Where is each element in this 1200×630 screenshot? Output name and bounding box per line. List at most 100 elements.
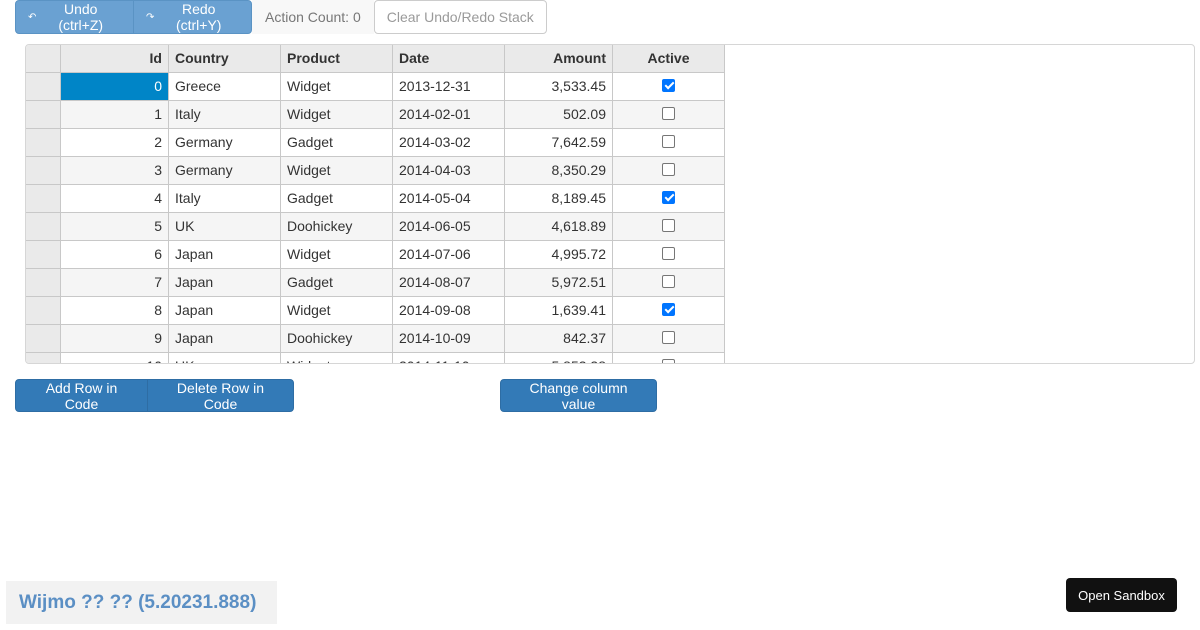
cell-product[interactable]: Gadget xyxy=(281,129,393,157)
undo-button[interactable]: ↶ Undo (ctrl+Z) xyxy=(15,0,134,34)
active-checkbox[interactable] xyxy=(662,246,675,260)
cell-id[interactable]: 8 xyxy=(61,297,169,325)
cell-amount[interactable]: 4,618.89 xyxy=(505,213,613,241)
active-checkbox[interactable] xyxy=(662,330,675,344)
cell-country[interactable]: Italy xyxy=(169,185,281,213)
table-row[interactable]: 9 Japan Doohickey 2014-10-09 842.37 xyxy=(26,325,725,353)
cell-id[interactable]: 4 xyxy=(61,185,169,213)
table-row[interactable]: 5 UK Doohickey 2014-06-05 4,618.89 xyxy=(26,213,725,241)
cell-id[interactable]: 2 xyxy=(61,129,169,157)
cell-amount[interactable]: 8,350.29 xyxy=(505,157,613,185)
cell-date[interactable]: 2014-09-08 xyxy=(393,297,505,325)
cell-country[interactable]: Greece xyxy=(169,73,281,101)
table-row[interactable]: 6 Japan Widget 2014-07-06 4,995.72 xyxy=(26,241,725,269)
cell-amount[interactable]: 842.37 xyxy=(505,325,613,353)
cell-country[interactable]: UK xyxy=(169,213,281,241)
cell-id[interactable]: 10 xyxy=(61,353,169,363)
row-header-cell[interactable] xyxy=(26,185,61,213)
active-checkbox[interactable] xyxy=(662,274,675,288)
table-row[interactable]: 3 Germany Widget 2014-04-03 8,350.29 xyxy=(26,157,725,185)
cell-amount[interactable]: 5,853.38 xyxy=(505,353,613,363)
cell-country[interactable]: Germany xyxy=(169,157,281,185)
active-checkbox[interactable] xyxy=(662,162,675,176)
flex-grid[interactable]: Id Country Product Date Amount Active 0G… xyxy=(25,44,1195,364)
column-header-id[interactable]: Id xyxy=(61,45,169,73)
redo-button[interactable]: ↷ Redo (ctrl+Y) xyxy=(133,0,252,34)
delete-row-button[interactable]: Delete Row in Code xyxy=(147,379,294,412)
table-row[interactable]: 0 Greece Widget 2013-12-31 3,533.45 xyxy=(26,73,725,101)
change-column-value-button[interactable]: Change column value xyxy=(500,379,657,412)
cell-country[interactable]: Japan xyxy=(169,241,281,269)
row-header-cell[interactable] xyxy=(26,129,61,157)
cell-amount[interactable]: 5,972.51 xyxy=(505,269,613,297)
active-checkbox[interactable] xyxy=(662,218,675,232)
cell-product[interactable]: Widget xyxy=(281,297,393,325)
cell-id[interactable]: 0 xyxy=(61,73,169,101)
row-header-cell[interactable] xyxy=(26,101,61,129)
active-checkbox[interactable] xyxy=(662,190,675,204)
cell-date[interactable]: 2014-11-10 xyxy=(393,353,505,363)
row-header-cell[interactable] xyxy=(26,297,61,325)
cell-date[interactable]: 2014-07-06 xyxy=(393,241,505,269)
cell-date[interactable]: 2014-06-05 xyxy=(393,213,505,241)
active-checkbox[interactable] xyxy=(662,106,675,120)
table-row[interactable]: 8 Japan Widget 2014-09-08 1,639.41 xyxy=(26,297,725,325)
cell-date[interactable]: 2014-05-04 xyxy=(393,185,505,213)
cell-country[interactable]: Japan xyxy=(169,269,281,297)
column-header-country[interactable]: Country xyxy=(169,45,281,73)
cell-date[interactable]: 2014-03-02 xyxy=(393,129,505,157)
column-header-product[interactable]: Product xyxy=(281,45,393,73)
cell-id[interactable]: 1 xyxy=(61,101,169,129)
row-header-cell[interactable] xyxy=(26,157,61,185)
cell-country[interactable]: UK xyxy=(169,353,281,363)
cell-product[interactable]: Gadget xyxy=(281,269,393,297)
cell-id[interactable]: 9 xyxy=(61,325,169,353)
row-header-cell[interactable] xyxy=(26,269,61,297)
cell-id[interactable]: 5 xyxy=(61,213,169,241)
cell-id[interactable]: 6 xyxy=(61,241,169,269)
cell-date[interactable]: 2014-02-01 xyxy=(393,101,505,129)
active-checkbox[interactable] xyxy=(662,302,675,316)
row-header-cell[interactable] xyxy=(26,73,61,101)
cell-country[interactable]: Italy xyxy=(169,101,281,129)
cell-product[interactable]: Gadget xyxy=(281,185,393,213)
cell-amount[interactable]: 7,642.59 xyxy=(505,129,613,157)
table-row[interactable]: 1 Italy Widget 2014-02-01 502.09 xyxy=(26,101,725,129)
cell-product[interactable]: Doohickey xyxy=(281,213,393,241)
table-row[interactable]: 10UKWidget2014-11-105,853.38 xyxy=(26,353,725,363)
column-header-amount[interactable]: Amount xyxy=(505,45,613,73)
cell-product[interactable]: Widget xyxy=(281,353,393,363)
row-header-cell[interactable] xyxy=(26,213,61,241)
cell-country[interactable]: Japan xyxy=(169,297,281,325)
table-row[interactable]: 4 Italy Gadget 2014-05-04 8,189.45 xyxy=(26,185,725,213)
row-header-cell[interactable] xyxy=(26,325,61,353)
cell-amount[interactable]: 502.09 xyxy=(505,101,613,129)
row-header-cell[interactable] xyxy=(26,241,61,269)
table-row[interactable]: 2 Germany Gadget 2014-03-02 7,642.59 xyxy=(26,129,725,157)
cell-product[interactable]: Widget xyxy=(281,73,393,101)
clear-undo-redo-button[interactable]: Clear Undo/Redo Stack xyxy=(373,0,547,34)
cell-country[interactable]: Germany xyxy=(169,129,281,157)
cell-date[interactable]: 2013-12-31 xyxy=(393,73,505,101)
cell-id[interactable]: 7 xyxy=(61,269,169,297)
active-checkbox[interactable] xyxy=(662,358,675,363)
add-row-button[interactable]: Add Row in Code xyxy=(15,379,148,412)
cell-amount[interactable]: 8,189.45 xyxy=(505,185,613,213)
cell-id[interactable]: 3 xyxy=(61,157,169,185)
cell-date[interactable]: 2014-08-07 xyxy=(393,269,505,297)
column-header-date[interactable]: Date xyxy=(393,45,505,73)
cell-product[interactable]: Doohickey xyxy=(281,325,393,353)
cell-product[interactable]: Widget xyxy=(281,157,393,185)
cell-amount[interactable]: 1,639.41 xyxy=(505,297,613,325)
active-checkbox[interactable] xyxy=(662,78,675,92)
open-sandbox-button[interactable]: Open Sandbox xyxy=(1066,578,1177,612)
cell-amount[interactable]: 4,995.72 xyxy=(505,241,613,269)
cell-country[interactable]: Japan xyxy=(169,325,281,353)
column-header-active[interactable]: Active xyxy=(613,45,725,73)
cell-date[interactable]: 2014-04-03 xyxy=(393,157,505,185)
cell-product[interactable]: Widget xyxy=(281,101,393,129)
table-row[interactable]: 7 Japan Gadget 2014-08-07 5,972.51 xyxy=(26,269,725,297)
cell-date[interactable]: 2014-10-09 xyxy=(393,325,505,353)
row-header-cell[interactable] xyxy=(26,353,61,363)
cell-amount[interactable]: 3,533.45 xyxy=(505,73,613,101)
